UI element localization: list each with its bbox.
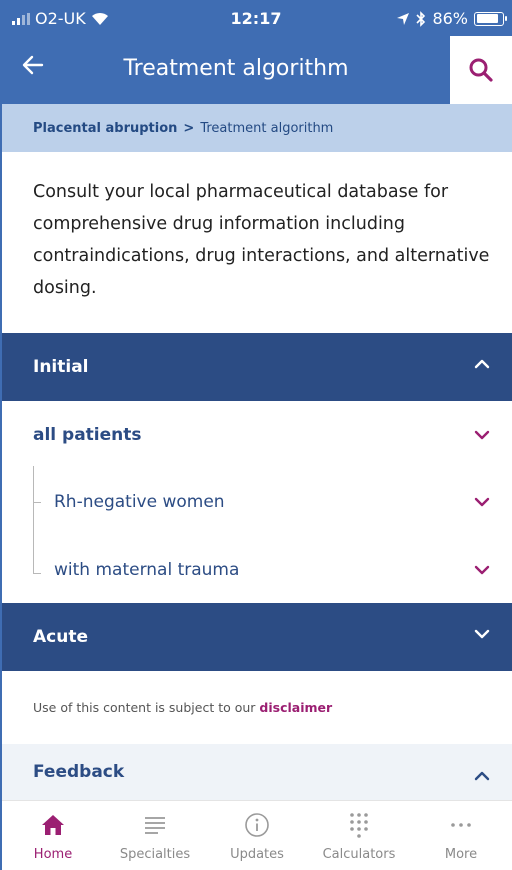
home-icon: [39, 811, 67, 839]
chevron-down-icon: [474, 629, 490, 639]
breadcrumb-separator: >: [183, 120, 195, 136]
section-initial-header[interactable]: Initial: [2, 333, 512, 401]
app-header: Treatment algorithm: [0, 36, 512, 104]
battery-icon: [474, 11, 507, 26]
breadcrumb-current: Treatment algorithm: [200, 120, 334, 136]
tab-home[interactable]: Home: [2, 801, 104, 870]
tab-calculators[interactable]: Calculators: [308, 801, 410, 870]
search-icon: [469, 58, 493, 82]
location-icon: [397, 12, 410, 25]
intro-text: Consult your local pharmaceutical databa…: [33, 182, 490, 298]
disclaimer-prefix: Use of this content is subject to our: [33, 700, 260, 715]
row-all-patients[interactable]: all patients: [2, 401, 512, 469]
section-acute-header[interactable]: Acute: [2, 603, 512, 671]
tab-more-label: More: [444, 847, 478, 862]
row-rh-negative[interactable]: Rh-negative women: [2, 468, 512, 536]
tab-more[interactable]: More: [410, 801, 512, 870]
page-title: Treatment algorithm: [123, 56, 349, 81]
more-dots-icon: [447, 811, 475, 839]
feedback-label: Feedback: [33, 762, 125, 782]
chevron-down-icon: [474, 497, 490, 507]
disclaimer-link[interactable]: disclaimer: [259, 700, 332, 715]
breadcrumb: Placental abruption > Treatment algorith…: [2, 104, 512, 152]
row-maternal-trauma[interactable]: with maternal trauma: [2, 536, 512, 604]
keypad-icon: [345, 811, 373, 839]
feedback-header[interactable]: Feedback: [2, 744, 512, 800]
battery-percent: 86%: [432, 9, 468, 28]
bluetooth-icon: [416, 10, 426, 27]
chevron-down-icon: [474, 565, 490, 575]
row-maternal-trauma-label: with maternal trauma: [54, 560, 240, 580]
breadcrumb-parent-link[interactable]: Placental abruption: [33, 121, 177, 136]
status-bar: O2-UK 12:17 86%: [0, 0, 512, 36]
tab-updates-label: Updates: [230, 847, 284, 862]
tab-bar: Home Specialties Updates Calculators Mor…: [2, 800, 512, 870]
tab-updates[interactable]: Updates: [206, 801, 308, 870]
list-icon: [141, 811, 169, 839]
chevron-down-icon: [474, 430, 490, 440]
section-initial-label: Initial: [33, 357, 89, 377]
disclaimer-text: Use of this content is subject to our di…: [33, 700, 332, 715]
row-rh-negative-label: Rh-negative women: [54, 492, 225, 512]
tab-home-label: Home: [33, 847, 73, 862]
tab-calculators-label: Calculators: [322, 847, 396, 862]
chevron-up-icon: [474, 771, 490, 781]
row-all-patients-label: all patients: [33, 425, 142, 445]
section-acute-label: Acute: [33, 627, 88, 647]
info-icon: [243, 811, 271, 839]
status-right: 86%: [396, 9, 507, 28]
search-button[interactable]: [450, 36, 512, 104]
chevron-up-icon: [474, 359, 490, 369]
tab-specialties[interactable]: Specialties: [104, 801, 206, 870]
tab-specialties-label: Specialties: [119, 847, 191, 862]
